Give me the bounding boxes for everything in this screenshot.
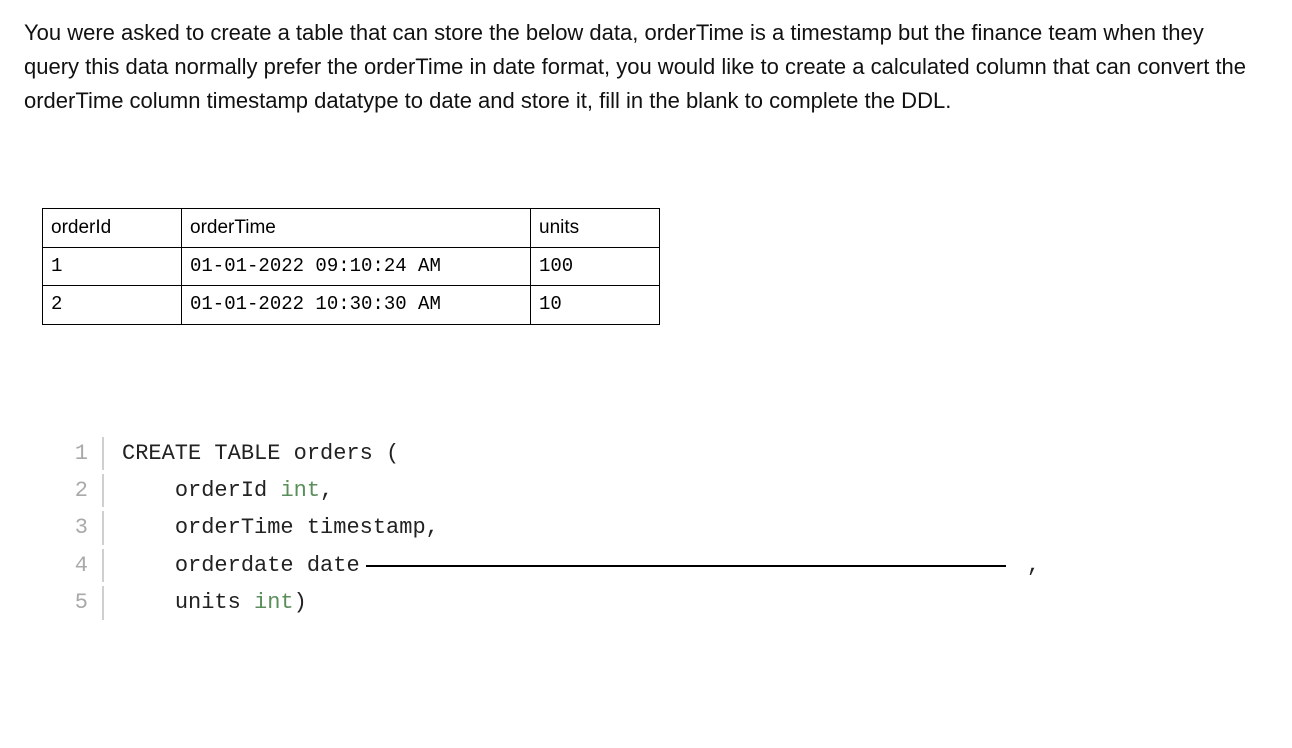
line-number: 4 bbox=[64, 547, 88, 584]
code-token: , bbox=[426, 515, 439, 540]
cell-ordertime: 01-01-2022 09:10:24 AM bbox=[182, 247, 531, 285]
code-indent bbox=[122, 553, 175, 578]
cell-orderid: 2 bbox=[43, 286, 182, 324]
code-token: , bbox=[320, 478, 333, 503]
code-token: , bbox=[1014, 553, 1040, 578]
code-token: orderId bbox=[175, 478, 281, 503]
code-text: CREATE TABLE orders ( bbox=[122, 435, 399, 472]
code-text: orderTime timestamp, bbox=[122, 509, 439, 546]
question-text: You were asked to create a table that ca… bbox=[24, 16, 1254, 118]
ddl-code-block: 1 CREATE TABLE orders ( 2 orderId int, 3… bbox=[64, 435, 1268, 622]
code-type: int bbox=[280, 478, 320, 503]
gutter-separator bbox=[102, 511, 104, 544]
code-indent bbox=[122, 590, 175, 615]
cell-ordertime: 01-01-2022 10:30:30 AM bbox=[182, 286, 531, 324]
th-units: units bbox=[531, 209, 660, 247]
gutter-separator bbox=[102, 586, 104, 619]
th-ordertime: orderTime bbox=[182, 209, 531, 247]
line-number: 1 bbox=[64, 435, 88, 472]
gutter-separator bbox=[102, 474, 104, 507]
th-orderid: orderId bbox=[43, 209, 182, 247]
code-token: ) bbox=[294, 590, 307, 615]
sample-data-table: orderId orderTime units 1 01-01-2022 09:… bbox=[42, 208, 660, 324]
code-text: units int) bbox=[122, 584, 307, 621]
table-row: 1 01-01-2022 09:10:24 AM 100 bbox=[43, 247, 660, 285]
cell-orderid: 1 bbox=[43, 247, 182, 285]
code-line-3: 3 orderTime timestamp, bbox=[64, 509, 1268, 546]
line-number: 3 bbox=[64, 509, 88, 546]
code-token: orderTime bbox=[175, 515, 307, 540]
code-line-1: 1 CREATE TABLE orders ( bbox=[64, 435, 1268, 472]
table-header-row: orderId orderTime units bbox=[43, 209, 660, 247]
table-row: 2 01-01-2022 10:30:30 AM 10 bbox=[43, 286, 660, 324]
cell-units: 10 bbox=[531, 286, 660, 324]
fill-in-blank[interactable] bbox=[366, 565, 1006, 567]
code-line-4: 4 orderdate date , bbox=[64, 547, 1268, 584]
code-indent bbox=[122, 478, 175, 503]
code-line-5: 5 units int) bbox=[64, 584, 1268, 621]
code-text: orderId int, bbox=[122, 472, 333, 509]
code-token: CREATE TABLE orders ( bbox=[122, 441, 399, 466]
code-type: timestamp bbox=[307, 515, 426, 540]
code-text: orderdate date , bbox=[122, 547, 1040, 584]
code-line-2: 2 orderId int, bbox=[64, 472, 1268, 509]
code-type: int bbox=[254, 590, 294, 615]
code-token: orderdate bbox=[175, 553, 307, 578]
code-indent bbox=[122, 515, 175, 540]
cell-units: 100 bbox=[531, 247, 660, 285]
gutter-separator bbox=[102, 549, 104, 582]
code-type: date bbox=[307, 553, 360, 578]
line-number: 2 bbox=[64, 472, 88, 509]
line-number: 5 bbox=[64, 584, 88, 621]
gutter-separator bbox=[102, 437, 104, 470]
code-token: units bbox=[175, 590, 254, 615]
